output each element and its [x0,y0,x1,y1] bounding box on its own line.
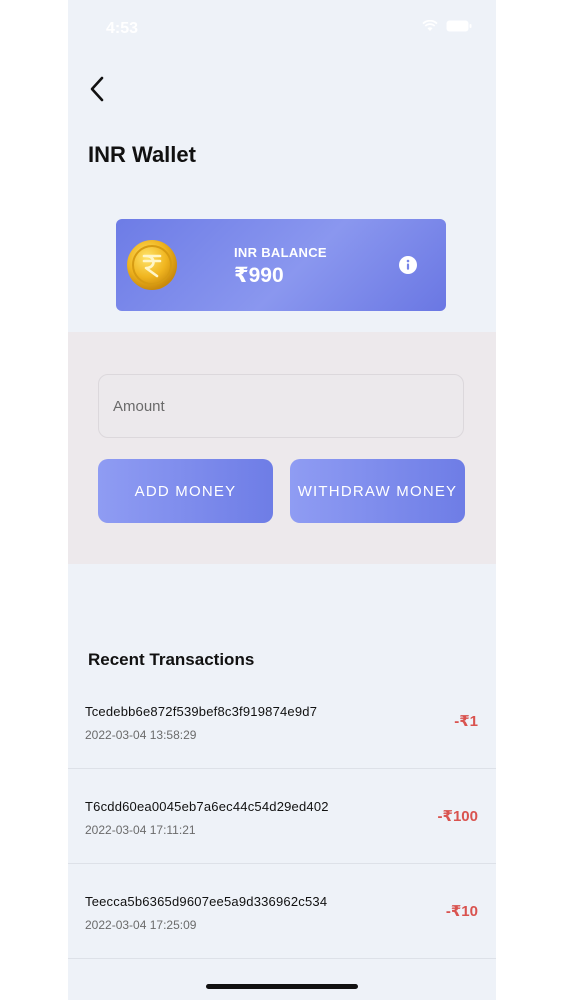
transaction-id: Teecca5b6365d9607ee5a9d336962c534 [85,894,328,909]
transaction-row[interactable]: T6cdd60ea0045eb7a6ec44c54d29ed402 2022-0… [68,769,496,864]
status-bar: 4:53 [68,0,496,58]
transaction-row[interactable]: Teecca5b6365d9607ee5a9d336962c534 2022-0… [68,864,496,959]
battery-icon [446,20,472,32]
back-button[interactable] [82,74,112,104]
balance-label: INR BALANCE [234,245,327,260]
transaction-id: Tcedebb6e872f539bef8c3f919874e9d7 [85,704,318,719]
action-panel: ADD MONEY WITHDRAW MONEY [68,332,496,564]
recent-transactions-title: Recent Transactions [88,650,255,669]
wallet-screen: 4:53 INR Wallet INR BALANCE ₹990 Amount … [68,0,496,1000]
withdraw-money-button[interactable]: WITHDRAW MONEY [290,459,465,523]
transaction-list: Tcedebb6e872f539bef8c3f919874e9d7 2022-0… [68,674,496,959]
wifi-icon [422,20,438,32]
status-time: 4:53 [106,20,139,37]
transaction-amount: -₹1 [454,713,478,730]
transaction-id: T6cdd60ea0045eb7a6ec44c54d29ed402 [85,799,329,814]
transaction-amount: -₹100 [437,808,478,825]
back-arrow-icon [90,76,104,102]
balance-value: ₹990 [234,264,284,287]
transaction-amount: -₹10 [445,903,478,920]
transaction-date: 2022-03-04 13:58:29 [85,728,197,742]
add-money-button[interactable]: ADD MONEY [98,459,273,523]
transaction-date: 2022-03-04 17:11:21 [85,823,196,837]
balance-card: INR BALANCE ₹990 [116,219,446,311]
transaction-row[interactable]: Tcedebb6e872f539bef8c3f919874e9d7 2022-0… [68,674,496,769]
status-icons [422,20,472,32]
rupee-coin-icon [126,239,178,291]
page-title: INR Wallet [88,142,196,167]
info-icon[interactable] [399,256,417,274]
transaction-date: 2022-03-04 17:25:09 [85,918,197,932]
amount-input[interactable] [98,374,464,438]
home-indicator [206,984,358,989]
